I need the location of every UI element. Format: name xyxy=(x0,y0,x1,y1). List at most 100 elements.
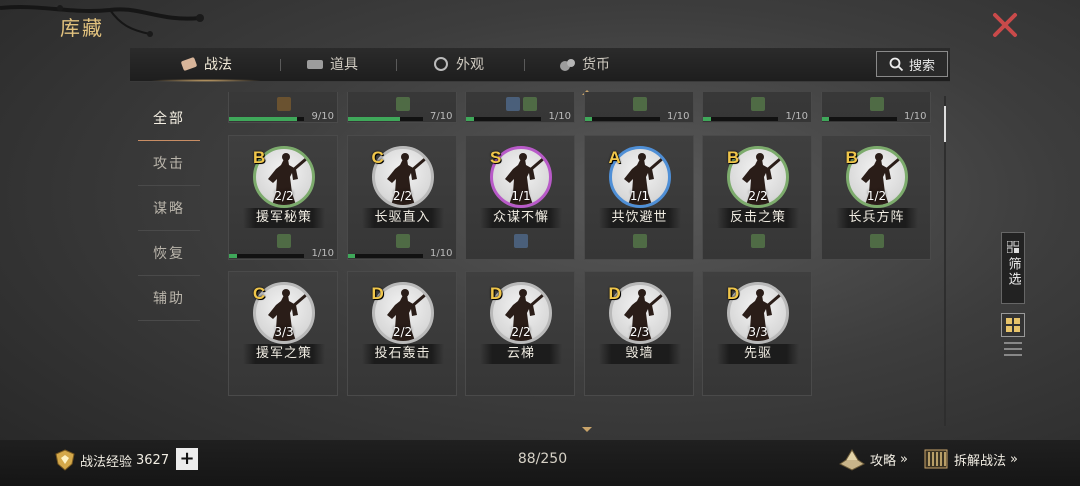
tactic-card[interactable]: D 3/3 先驱 xyxy=(702,271,812,396)
troop-type-icon xyxy=(277,233,291,248)
tactic-count: 88/250 xyxy=(517,451,568,467)
page-title: 库藏 xyxy=(60,16,104,40)
scrollbar-thumb[interactable] xyxy=(944,106,946,142)
tactic-grade: C xyxy=(253,284,266,303)
guide-button[interactable]: 攻略 » xyxy=(838,446,908,472)
copy-progress-bar xyxy=(466,117,541,121)
tactic-exp: 战法经验 3627 xyxy=(54,449,169,471)
troop-type-icons xyxy=(703,97,813,111)
troop-type-icons xyxy=(348,233,458,248)
tactic-card[interactable]: 1/1不攻1/10 xyxy=(465,92,575,123)
tactic-level: 3/3 xyxy=(748,325,768,339)
copy-progress-fill xyxy=(466,117,474,121)
tactic-level: 1/2 xyxy=(866,188,887,203)
tactic-grade: D xyxy=(608,284,621,303)
guide-book-icon xyxy=(839,449,865,471)
tab-items[interactable]: 道具 xyxy=(306,48,358,80)
copy-progress-text: 1/10 xyxy=(785,111,808,122)
tactic-level: 3/3 xyxy=(274,325,294,339)
troop-type-icons xyxy=(229,97,339,111)
tactic-card[interactable]: D 2/2 投石轰击 xyxy=(346,271,457,396)
tactic-card[interactable]: D 2/2 云梯 xyxy=(465,271,575,396)
tactic-card[interactable]: D 2/3 毁墙 xyxy=(583,271,694,396)
list-view-icon[interactable] xyxy=(1004,342,1022,356)
copy-progress-fill xyxy=(347,253,355,258)
tactic-card[interactable]: 0/1锋矢1/10 xyxy=(820,92,932,123)
copy-progress-bar xyxy=(584,117,660,121)
exp-shield-icon xyxy=(55,449,75,471)
tactic-card[interactable]: B 2/2 反击之策 xyxy=(702,134,813,260)
tactic-level: 2/2 xyxy=(748,188,768,203)
tactic-grade: C xyxy=(371,147,384,167)
close-icon[interactable] xyxy=(990,10,1020,40)
copy-progress-text: 1/10 xyxy=(904,111,927,122)
tactic-level: 2/2 xyxy=(511,325,531,339)
tactic-card[interactable]: S 1/1 众谋不懈 xyxy=(465,134,576,260)
copy-progress-text: 1/10 xyxy=(430,247,453,259)
tactic-level: 2/2 xyxy=(392,325,413,339)
sidebar-item-attack[interactable]: 攻击 xyxy=(138,141,200,186)
grid-view-button[interactable] xyxy=(1001,313,1025,337)
tab-tactics[interactable]: 战法 xyxy=(150,48,262,82)
troop-type-icon xyxy=(751,233,765,248)
tactic-level: 2/2 xyxy=(274,188,294,203)
tactic-grade: S xyxy=(490,147,502,167)
troop-type-icon xyxy=(505,97,520,111)
search-label: 搜索 xyxy=(908,58,935,74)
copy-progress-bar xyxy=(229,253,304,258)
tab-label: 外观 xyxy=(456,57,484,73)
copy-progress-fill xyxy=(703,117,711,121)
troop-type-icons xyxy=(466,233,576,248)
sidebar-item-all[interactable]: 全部 xyxy=(138,96,200,141)
troop-type-icons xyxy=(348,97,458,111)
tactic-card[interactable]: 1/1鹤翼1/10 xyxy=(702,92,812,123)
tactic-grade: A xyxy=(608,147,621,167)
tactic-card[interactable]: 0/1大赏三军7/10 xyxy=(346,92,458,123)
refresh-outfit-icon xyxy=(434,57,448,71)
tactic-card[interactable]: B 1/2 长兵方阵 xyxy=(820,134,932,260)
tactic-name: 援军秘策 xyxy=(243,207,325,228)
tactic-grade: D xyxy=(727,284,740,303)
disassemble-label: 拆解战法 xyxy=(954,453,1007,469)
grid-view-icon xyxy=(1006,318,1020,332)
troop-type-icon xyxy=(869,233,884,248)
search-button[interactable]: 搜索 xyxy=(876,51,948,77)
troop-type-icon xyxy=(395,233,410,248)
copy-progress-text: 7/10 xyxy=(430,111,453,122)
tab-appearance[interactable]: 外观 xyxy=(432,48,484,80)
copy-progress-fill xyxy=(584,117,592,121)
sidebar-item-support[interactable]: 辅助 xyxy=(138,276,200,321)
tactic-card[interactable]: C 3/3 援军之策 xyxy=(228,271,338,396)
troop-type-icons xyxy=(822,233,932,248)
disassemble-button[interactable]: 拆解战法 » xyxy=(922,446,1018,472)
tactic-card[interactable]: A 1/1 共饮避世 xyxy=(583,134,695,260)
tactic-name: 长驱直入 xyxy=(361,207,444,228)
filter-label: 筛选 xyxy=(1005,257,1021,287)
tactic-card[interactable]: 1/1始计1/10 xyxy=(583,92,694,123)
sidebar-item-recovery[interactable]: 恢复 xyxy=(138,231,200,276)
tab-label: 道具 xyxy=(330,57,358,73)
tactic-card[interactable]: 2/2措手不及9/10 xyxy=(228,92,338,123)
troop-type-icon xyxy=(869,97,884,111)
guide-label: 攻略 xyxy=(870,453,897,469)
copy-progress-bar xyxy=(229,117,304,121)
scrollbar[interactable] xyxy=(944,96,946,426)
tactic-level: 1/1 xyxy=(629,188,650,203)
tactic-name: 先驱 xyxy=(717,344,799,364)
tab-currency[interactable]: 货币 xyxy=(558,48,610,80)
sidebar-item-strategy[interactable]: 谋略 xyxy=(138,186,200,231)
tactic-name: 众谋不懈 xyxy=(480,207,562,228)
troop-type-icons xyxy=(703,233,813,248)
troop-type-icons xyxy=(822,97,932,111)
add-exp-button[interactable]: + xyxy=(176,448,198,470)
copy-progress-fill xyxy=(347,117,400,121)
tactic-name: 反击之策 xyxy=(717,207,799,228)
search-icon xyxy=(889,57,904,71)
tactic-card[interactable]: C 2/2 长驱直入 1/10 xyxy=(346,134,458,260)
copy-progress-fill xyxy=(229,117,297,121)
tactic-card[interactable]: B 2/2 援军秘策 1/10 xyxy=(228,134,338,260)
tactic-grade: D xyxy=(490,284,503,303)
troop-type-icons xyxy=(466,97,576,111)
filter-button[interactable]: 筛选 xyxy=(1001,232,1025,304)
troop-type-icons xyxy=(585,233,695,248)
